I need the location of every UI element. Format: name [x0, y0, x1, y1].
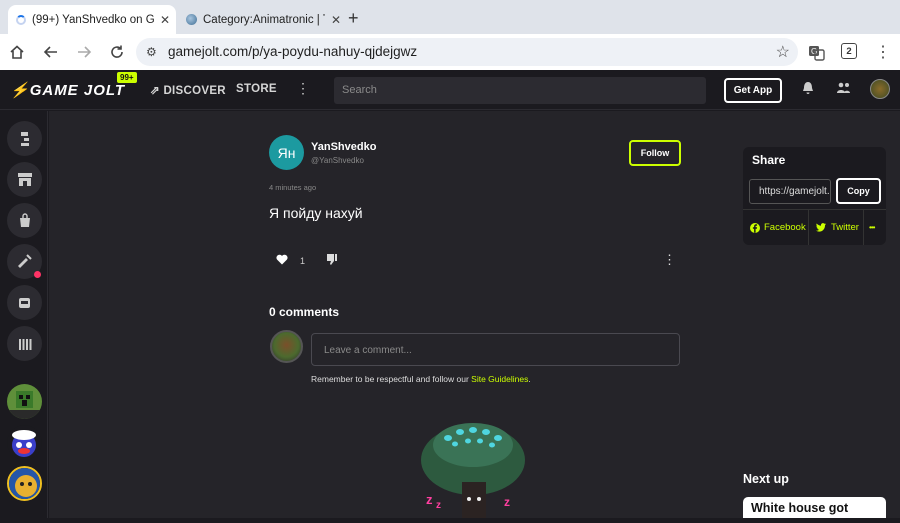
share-title: Share [752, 153, 786, 167]
nav-more-icon[interactable]: ⋮ [296, 80, 310, 97]
site-guidelines-link[interactable]: Site Guidelines [471, 374, 528, 384]
post-timestamp: 4 minutes ago [269, 183, 317, 192]
post-more-options-icon[interactable]: ⋮ [663, 252, 676, 268]
home-icon[interactable] [7, 42, 27, 62]
browser-tab-inactive[interactable]: Category:Animatronic | The ✕ [178, 5, 343, 34]
twitter-icon [816, 223, 826, 232]
close-tab-icon[interactable]: ✕ [331, 13, 341, 27]
facebook-icon [750, 222, 760, 233]
reload-icon[interactable] [107, 42, 127, 62]
post-text: Я пойду нахуй [269, 205, 363, 221]
tab-count-icon[interactable]: 2 [841, 43, 857, 59]
svg-text:z: z [436, 500, 441, 511]
share-panel: Share https://gamejolt.com/p/ya-poydu-na… [743, 147, 886, 245]
nav-discover-label: DISCOVER [163, 85, 226, 97]
next-up-title: Next up [743, 472, 789, 486]
translate-icon[interactable]: G [806, 42, 826, 62]
new-tab-icon[interactable]: + [348, 8, 359, 29]
browser-toolbar: ⚙ gamejolt.com/p/ya-poydu-nahuy-qjdejgwz… [0, 34, 900, 70]
copy-button[interactable]: Copy [836, 178, 881, 204]
svg-text:z: z [504, 495, 510, 509]
friends-icon[interactable] [836, 81, 851, 97]
community-avatar-character[interactable] [7, 466, 42, 501]
left-sidebar [0, 111, 48, 518]
comment-placeholder: Leave a comment... [324, 345, 412, 356]
back-icon[interactable] [41, 42, 61, 62]
share-url-field[interactable]: https://gamejolt.com/p/ya-poydu-nahuy-qj… [749, 179, 831, 204]
browser-tab-bar: (99+) YanShvedko on GameJolt ✕ Category:… [0, 0, 900, 34]
svg-text:z: z [426, 492, 433, 507]
guidelines-text: Remember to be respectful and follow our [311, 374, 472, 384]
gamejolt-logo[interactable]: ⚡GAME JOLT [10, 81, 125, 99]
notification-count-badge: 99+ [117, 72, 137, 83]
comment-input[interactable]: Leave a comment... [311, 333, 680, 366]
share-twitter-link[interactable]: Twitter [816, 210, 859, 245]
sidebar-library-icon[interactable] [7, 326, 42, 361]
browser-menu-icon[interactable]: ⋮ [873, 42, 893, 62]
sidebar-home-icon[interactable] [7, 121, 42, 156]
bell-icon[interactable] [802, 81, 814, 98]
comments-title: 0 comments [269, 305, 340, 319]
browser-tab-active[interactable]: (99+) YanShvedko on GameJolt ✕ [8, 5, 176, 34]
follow-button[interactable]: Follow [629, 140, 681, 166]
author-handle: @YanShvedko [311, 156, 364, 165]
guidelines-note: Remember to be respectful and follow our… [311, 374, 531, 384]
sleeping-tree-illustration: z z z [418, 420, 528, 518]
like-heart-icon[interactable] [276, 254, 288, 268]
current-user-avatar [270, 330, 303, 363]
community-avatar-creeper[interactable] [7, 384, 42, 419]
twitter-label: Twitter [831, 222, 859, 233]
loading-spinner-icon [16, 14, 26, 25]
url-text: gamejolt.com/p/ya-poydu-nahuy-qjdejgwz [168, 44, 418, 59]
search-input[interactable]: Search [334, 77, 706, 104]
author-name[interactable]: YanShvedko [311, 141, 376, 153]
author-initials: Ян [277, 144, 296, 161]
sidebar-shop-bag-icon[interactable] [7, 203, 42, 238]
author-avatar[interactable]: Ян [269, 135, 304, 170]
close-tab-icon[interactable]: ✕ [160, 13, 170, 27]
address-bar[interactable]: ⚙ gamejolt.com/p/ya-poydu-nahuy-qjdejgwz… [136, 38, 798, 66]
fandom-favicon-icon [186, 14, 197, 25]
user-avatar[interactable] [870, 79, 890, 99]
share-facebook-link[interactable]: Facebook [750, 210, 806, 245]
get-app-button[interactable]: Get App [724, 78, 782, 103]
dislike-icon[interactable] [326, 253, 338, 269]
tab-title: (99+) YanShvedko on GameJolt [32, 13, 154, 26]
share-vdivider [863, 210, 864, 245]
quests-notification-dot [34, 271, 41, 278]
bookmark-star-icon[interactable]: ☆ [776, 42, 790, 62]
share-vdivider [808, 210, 809, 245]
facebook-label: Facebook [764, 222, 806, 233]
tab-title: Category:Animatronic | The [203, 13, 325, 26]
sidebar-chat-bot-icon[interactable] [7, 285, 42, 320]
share-more-icon[interactable]: ••• [869, 210, 875, 245]
site-settings-icon[interactable]: ⚙ [146, 45, 157, 59]
search-placeholder: Search [342, 84, 377, 96]
next-up-card[interactable]: White house got [743, 497, 886, 518]
next-up-card-title: White house got [751, 501, 849, 515]
guidelines-end: . [528, 374, 531, 384]
nav-store[interactable]: STORE [236, 83, 277, 95]
sidebar-store-icon[interactable] [7, 162, 42, 197]
nav-discover[interactable]: ⇗ DISCOVER [150, 83, 226, 97]
logo-text: GAME JOLT [29, 82, 126, 99]
forward-icon[interactable] [74, 42, 94, 62]
like-count: 1 [300, 256, 306, 266]
community-avatar-freddy[interactable] [7, 425, 42, 460]
svg-text:G: G [811, 47, 817, 56]
